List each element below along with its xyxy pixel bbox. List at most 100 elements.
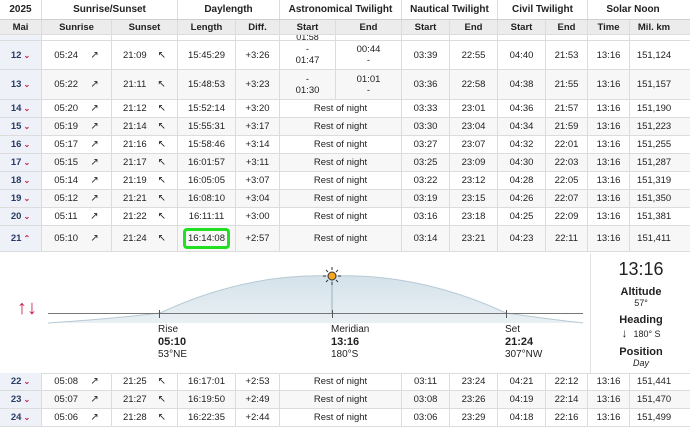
civil-start-cell: 04:21 — [498, 373, 546, 390]
daylength-value: 16:17:01 — [188, 376, 225, 387]
sunrise-time: 05:12 — [54, 193, 79, 204]
table-row[interactable]: 15 ⌄ 05:19 ↗ 21:14 ↖ 15:55:31 +3:17 Rest of nigh… — [0, 118, 690, 136]
sunrise-sunset-header[interactable]: Sunrise/Sunset — [42, 0, 178, 19]
solar-noon-cell: 13:16 — [588, 190, 630, 207]
distance-cell: 151,157 — [636, 79, 672, 90]
noon-time-col-header[interactable]: Time — [588, 20, 630, 34]
table-row[interactable]: 14 ⌄ 05:20 ↗ 21:12 ↖ 15:52:14 +3:20 Rest of nigh… — [0, 100, 690, 118]
table-row[interactable]: 12 ⌄ 05:24 ↗ 21:09 ↖ 15:45:29 +3:26-01:47 00:44-… — [0, 41, 690, 70]
meridian-direction: 180°S — [331, 349, 359, 360]
length-col-header[interactable]: Length — [178, 20, 236, 34]
distance-cell: 151,190 — [636, 103, 672, 114]
rise-time: 05:10 — [158, 336, 187, 348]
daylength-value: 15:58:46 — [188, 139, 225, 150]
meridian-info: Meridian 13:16 180°S — [331, 324, 369, 361]
daylength-value: 16:11:11 — [188, 211, 225, 222]
naut-start-col-header[interactable]: Start — [402, 20, 450, 34]
sunrise-time: 05:08 — [54, 376, 79, 387]
sunrise-cell: 05:07 ↗ — [42, 391, 112, 408]
day-number: 12 — [10, 49, 22, 61]
day-toggle[interactable]: 14 ⌄ — [0, 100, 42, 117]
astronomical-twilight-header[interactable]: Astronomical Twilight — [280, 0, 402, 19]
month-header[interactable]: Mai — [0, 20, 42, 34]
solar-noon-cell: 13:16 — [588, 136, 630, 153]
sunset-cell: 21:14 ↖ — [112, 118, 178, 135]
diff-cell: +2:57 — [236, 226, 280, 251]
nautical-end-cell: 23:04 — [450, 118, 498, 135]
solar-noon-header[interactable]: Solar Noon — [588, 0, 678, 19]
sunset-time: 21:21 — [122, 193, 147, 204]
diff-cell: +3:23 — [236, 70, 280, 99]
sunrise-cell: 05:06 ↗ — [42, 409, 112, 426]
astro-start-line1: - — [305, 44, 310, 55]
daylength-value: 16:22:35 — [188, 412, 225, 423]
civil-end-col-header[interactable]: End — [546, 20, 588, 34]
year-header[interactable]: 2025 — [0, 0, 42, 19]
table-row[interactable]: 20 ⌄ 05:11 ↗ 21:22 ↖ 16:11:11 +3:00 Rest of nigh… — [0, 208, 690, 226]
astro-end-cell: 01:01- — [336, 70, 402, 99]
astro-end-col-header[interactable]: End — [336, 20, 402, 34]
heading-arrow-icon: ↓ — [621, 326, 628, 340]
day-number: 18 — [10, 175, 22, 186]
day-toggle[interactable]: 12 ⌄ — [0, 41, 42, 69]
nautical-twilight-header[interactable]: Nautical Twilight — [402, 0, 498, 19]
day-toggle[interactable]: 22 ⌄ — [0, 373, 42, 390]
table-row[interactable]: 18 ⌄ 05:14 ↗ 21:19 ↖ 16:05:05 +3:07 Rest of nigh… — [0, 172, 690, 190]
table-row[interactable]: 21 ⌃ 05:10 ↗ 21:24 ↖ 16:14:08 +2:57 Rest of nigh… — [0, 226, 690, 252]
day-toggle[interactable]: 20 ⌄ — [0, 208, 42, 225]
day-toggle[interactable]: 24 ⌄ — [0, 409, 42, 426]
day-number: 22 — [10, 376, 22, 387]
table-row[interactable]: 22 ⌄ 05:08 ↗ 21:25 ↖ 16:17:01 +2:53 Rest of nigh… — [0, 373, 690, 391]
day-toggle[interactable]: 19 ⌄ — [0, 190, 42, 207]
naut-end-col-header[interactable]: End — [450, 20, 498, 34]
civil-end-cell: 22:05 — [546, 172, 588, 189]
daylength-value: 15:55:31 — [188, 121, 225, 132]
sunset-cell: 21:11 ↖ — [112, 70, 178, 99]
astro-start-col-header[interactable]: Start — [280, 20, 336, 34]
sunrise-time: 05:14 — [54, 175, 79, 186]
diff-cell: +3:00 — [236, 208, 280, 225]
sunset-cell: 21:17 ↖ — [112, 154, 178, 171]
sunrise-direction-icon: ↗ — [90, 193, 99, 204]
altitude-label: Altitude — [620, 286, 662, 298]
sunset-time: 21:25 — [122, 376, 147, 387]
day-toggle[interactable]: 18 ⌄ — [0, 172, 42, 189]
diff-col-header[interactable]: Diff. — [236, 20, 280, 34]
distance-cell: 151,350 — [636, 193, 672, 204]
day-toggle[interactable]: 21 ⌃ — [0, 226, 42, 251]
set-direction: 307°NW — [505, 349, 543, 360]
expand-chevron-icon: ⌄ — [23, 80, 31, 89]
table-row[interactable]: 23 ⌄ 05:07 ↗ 21:27 ↖ 16:19:50 +2:49 Rest of nigh… — [0, 391, 690, 409]
daylength-header[interactable]: Daylength — [178, 0, 280, 19]
sunrise-col-header[interactable]: Sunrise — [42, 20, 112, 34]
nautical-start-cell: 03:25 — [402, 154, 450, 171]
sunset-time: 21:09 — [122, 49, 147, 61]
diff-cell: +3:20 — [236, 100, 280, 117]
day-toggle[interactable]: 23 ⌄ — [0, 391, 42, 408]
day-toggle[interactable]: 13 ⌄ — [0, 70, 42, 99]
distance-col-header[interactable]: Mil. km — [630, 20, 678, 34]
table-row[interactable]: 16 ⌄ 05:17 ↗ 21:16 ↖ 15:58:46 +3:14 Rest of nigh… — [0, 136, 690, 154]
diff-cell: +3:17 — [236, 118, 280, 135]
diff-cell: +3:04 — [236, 190, 280, 207]
astro-start-cell: -01:47 — [280, 41, 336, 69]
day-toggle[interactable]: 16 ⌄ — [0, 136, 42, 153]
civil-twilight-header[interactable]: Civil Twilight — [498, 0, 588, 19]
sunset-direction-icon: ↖ — [157, 103, 167, 114]
sunset-col-header[interactable]: Sunset — [112, 20, 178, 34]
table-row[interactable]: 17 ⌄ 05:15 ↗ 21:17 ↖ 16:01:57 +3:11 Rest of nigh… — [0, 154, 690, 172]
day-toggle[interactable]: 17 ⌄ — [0, 154, 42, 171]
solar-noon-cell: 13:16 — [588, 226, 630, 251]
astro-rest-of-night: Rest of night — [280, 409, 402, 426]
day-toggle[interactable]: 15 ⌄ — [0, 118, 42, 135]
daylength-cell: 16:14:08 — [178, 226, 236, 251]
table-row[interactable]: 24 ⌄ 05:06 ↗ 21:28 ↖ 16:22:35 +2:44 Rest of nigh… — [0, 409, 690, 427]
nautical-start-cell: 03:11 — [402, 373, 450, 390]
day-number: 17 — [10, 157, 22, 168]
distance-cell: 151,223 — [636, 121, 672, 132]
civil-start-col-header[interactable]: Start — [498, 20, 546, 34]
table-row[interactable]: 19 ⌄ 05:12 ↗ 21:21 ↖ 16:08:10 +3:04 Rest of nigh… — [0, 190, 690, 208]
daylength-cell: 15:52:14 — [178, 100, 236, 117]
table-row[interactable]: 13 ⌄ 05:22 ↗ 21:11 ↖ 15:48:53 +3:23-01:30 01:01-… — [0, 70, 690, 100]
heading-value: 180° S — [633, 329, 661, 339]
